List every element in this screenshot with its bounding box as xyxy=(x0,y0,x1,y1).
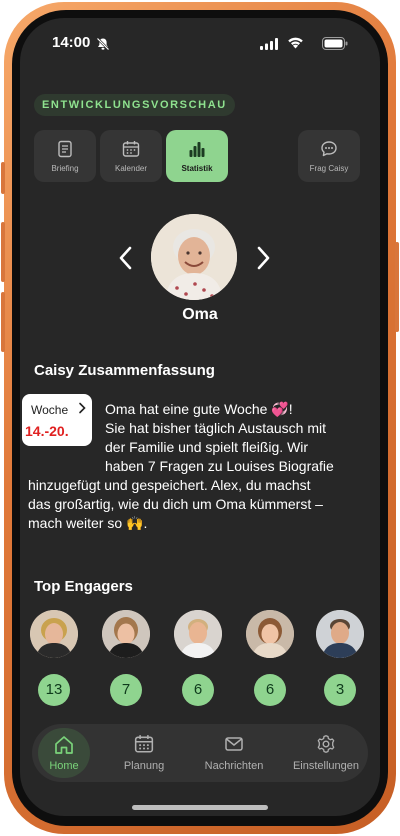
preview-badge: ENTWICKLUNGSVORSCHAU xyxy=(34,94,235,116)
tab-frag-caisy[interactable]: Frag Caisy xyxy=(298,130,360,182)
week-selector[interactable]: Woche 14.-20. xyxy=(22,394,92,446)
summary-line: Sie hat bisher täglich Austausch mit xyxy=(105,420,327,436)
engager-item[interactable]: 3 xyxy=(316,610,366,706)
power-button xyxy=(395,242,399,332)
engager-count: 6 xyxy=(254,674,286,706)
status-bar: 14:00 xyxy=(52,34,348,56)
nav-planung[interactable]: Planung xyxy=(104,724,184,782)
volume-down-button xyxy=(1,292,5,352)
document-icon xyxy=(58,140,72,158)
nav-nachrichten[interactable]: Nachrichten xyxy=(192,724,276,782)
engager-avatar xyxy=(316,610,364,658)
engager-count: 7 xyxy=(110,674,142,706)
engagers-title: Top Engagers xyxy=(34,578,133,595)
week-label: Woche xyxy=(31,403,69,417)
engager-item[interactable]: 6 xyxy=(246,610,296,706)
volume-up-button xyxy=(1,222,5,282)
chevron-right-icon xyxy=(79,402,86,414)
home-icon xyxy=(55,736,73,754)
bell-slash-icon xyxy=(96,37,110,51)
engager-item[interactable]: 7 xyxy=(102,610,152,706)
battery-icon xyxy=(322,37,348,50)
tab-statistik[interactable]: Statistik xyxy=(166,130,228,182)
nav-label: Planung xyxy=(123,760,165,772)
engager-avatar xyxy=(174,610,222,658)
calendar-icon xyxy=(134,735,154,753)
summary-line: Oma hat eine gute Woche 💞! xyxy=(105,401,293,417)
nav-label: Einstellungen xyxy=(292,760,360,772)
chevron-right-icon[interactable] xyxy=(256,246,270,270)
bar-chart-icon xyxy=(189,142,205,157)
engager-avatar xyxy=(102,610,150,658)
summary-line: das großartig, wie du dich um Oma kümmer… xyxy=(28,496,323,512)
chat-icon xyxy=(321,141,337,157)
summary-line: mach weiter so 🙌. xyxy=(28,515,148,531)
chevron-left-icon[interactable] xyxy=(119,246,133,270)
tab-label: Kalender xyxy=(114,164,148,173)
nav-label: Home xyxy=(49,760,79,772)
profile-name: Oma xyxy=(182,306,218,323)
profile-avatar[interactable] xyxy=(151,214,237,300)
gear-icon xyxy=(317,735,335,753)
mute-switch xyxy=(1,162,5,194)
tab-briefing[interactable]: Briefing xyxy=(34,130,96,182)
engager-avatar xyxy=(30,610,78,658)
wifi-icon xyxy=(288,37,303,49)
tab-label: Briefing xyxy=(51,164,79,173)
tab-label: Frag Caisy xyxy=(309,164,349,173)
app-screen: 14:00 ENTWICKLUNGSVORSCHAU Briefing Kale… xyxy=(20,18,380,816)
bottom-nav: Home Planung Nachrichten Einstellungen xyxy=(32,724,368,782)
engager-count: 13 xyxy=(38,674,70,706)
nav-label: Nachrichten xyxy=(204,760,264,772)
engager-item[interactable]: 13 xyxy=(30,610,80,706)
summary-line: der Familie und spielt fleißig. Wir xyxy=(105,439,309,455)
signal-icon xyxy=(260,38,278,50)
home-indicator[interactable] xyxy=(132,805,268,810)
nav-einstellungen[interactable]: Einstellungen xyxy=(284,724,368,782)
engager-count: 3 xyxy=(324,674,356,706)
status-time: 14:00 xyxy=(52,34,91,51)
engager-avatar xyxy=(246,610,294,658)
summary-line: hinzugefügt und gespeichert. Alex, du ma… xyxy=(28,477,311,493)
tab-kalender[interactable]: Kalender xyxy=(100,130,162,182)
mail-icon xyxy=(225,737,243,751)
summary-line: haben 7 Fragen zu Louises Biografie xyxy=(105,458,334,474)
engager-item[interactable]: 6 xyxy=(174,610,224,706)
week-range: 14.-20. xyxy=(25,423,69,439)
tab-label: Statistik xyxy=(181,164,213,173)
profile-photo xyxy=(151,214,237,300)
nav-home[interactable]: Home xyxy=(38,728,90,778)
summary-title: Caisy Zusammenfassung xyxy=(34,362,215,379)
calendar-icon xyxy=(122,141,140,157)
engager-count: 6 xyxy=(182,674,214,706)
